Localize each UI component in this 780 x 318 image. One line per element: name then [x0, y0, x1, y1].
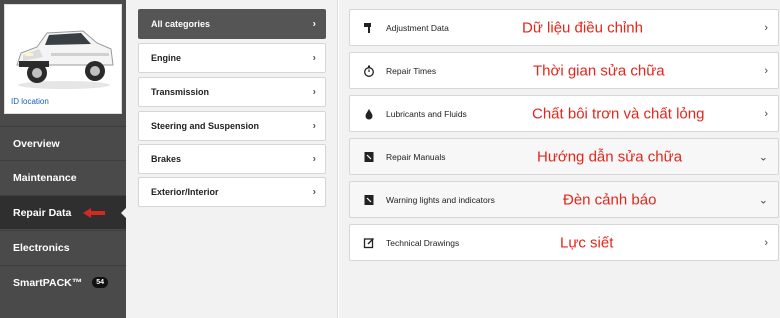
- category-transmission[interactable]: Transmission ›: [138, 77, 326, 107]
- nav-item-label: Repair Data: [13, 206, 72, 219]
- nav-item-label: Electronics: [13, 241, 70, 254]
- item-label: Repair Manuals: [386, 151, 446, 162]
- category-label: Steering and Suspension: [151, 121, 260, 131]
- nav-item-electronics[interactable]: Electronics: [0, 230, 126, 264]
- category-label: All categories: [151, 19, 211, 29]
- category-label: Transmission: [151, 87, 210, 97]
- drawing-icon: [363, 238, 374, 249]
- item-lubricants-fluids[interactable]: Lubricants and Fluids Chất bôi trơn và c…: [349, 95, 779, 132]
- translation-annotation: Đèn cảnh báo: [563, 191, 657, 208]
- translation-annotation: Thời gian sửa chữa: [533, 62, 665, 79]
- item-label: Lubricants and Fluids: [386, 108, 467, 119]
- chevron-right-icon: ›: [764, 21, 768, 34]
- category-steering-suspension[interactable]: Steering and Suspension ›: [138, 111, 326, 141]
- item-label: Technical Drawings: [386, 237, 460, 248]
- category-engine[interactable]: Engine ›: [138, 43, 326, 73]
- chevron-right-icon: ›: [312, 18, 316, 30]
- chevron-down-icon: ⌄: [758, 151, 768, 163]
- chevron-right-icon: ›: [764, 64, 768, 77]
- manual-icon: [364, 152, 374, 162]
- chevron-right-icon: ›: [312, 186, 316, 198]
- item-label: Warning lights and indicators: [386, 194, 495, 205]
- nav-item-label: Maintenance: [13, 171, 77, 184]
- vehicle-card[interactable]: ID location: [4, 4, 122, 114]
- nav-item-label: Overview: [13, 137, 60, 150]
- chevron-right-icon: ›: [764, 236, 768, 249]
- red-arrow-annotation-icon: [83, 207, 106, 218]
- chevron-right-icon: ›: [312, 86, 316, 98]
- wrench-icon: [364, 23, 371, 33]
- translation-annotation: Chất bôi trơn và chất lỏng: [532, 105, 705, 122]
- id-location-link[interactable]: ID location: [11, 97, 49, 106]
- chevron-right-icon: ›: [312, 153, 316, 165]
- item-technical-drawings[interactable]: Technical Drawings Lực siết ›: [349, 224, 779, 261]
- vehicle-image: [16, 30, 114, 89]
- repair-data-list: Adjustment Data Dữ liệu điều chỉnh › Rep…: [339, 0, 780, 318]
- category-list: All categories › Engine › Transmission ›…: [126, 0, 338, 318]
- category-label: Engine: [151, 53, 182, 63]
- chevron-right-icon: ›: [312, 120, 316, 132]
- nav-item-repair-data[interactable]: Repair Data: [0, 195, 127, 229]
- chevron-right-icon: ›: [764, 107, 768, 120]
- item-warning-lights[interactable]: Warning lights and indicators Đèn cảnh b…: [349, 181, 779, 218]
- category-label: Exterior/Interior: [151, 187, 219, 197]
- count-badge: 54: [92, 277, 109, 288]
- translation-annotation: Hướng dẫn sửa chữa: [537, 148, 683, 165]
- item-label: Repair Times: [386, 65, 437, 76]
- chevron-right-icon: ›: [312, 52, 316, 64]
- category-brakes[interactable]: Brakes ›: [138, 144, 326, 174]
- chevron-down-icon: ⌄: [758, 194, 768, 206]
- item-adjustment-data[interactable]: Adjustment Data Dữ liệu điều chỉnh ›: [349, 9, 779, 46]
- stopwatch-icon: [364, 65, 374, 77]
- translation-annotation: Lực siết: [560, 234, 614, 251]
- warning-light-icon: [364, 195, 374, 205]
- item-repair-times[interactable]: Repair Times Thời gian sửa chữa ›: [349, 52, 779, 89]
- nav-item-overview[interactable]: Overview: [0, 126, 126, 160]
- sidebar: ID location Overview Maintenance Repair …: [0, 0, 127, 318]
- nav-item-smartpack[interactable]: SmartPACK™ 54: [0, 265, 126, 299]
- category-label: Brakes: [151, 154, 182, 164]
- item-label: Adjustment Data: [386, 22, 449, 33]
- nav-item-maintenance[interactable]: Maintenance: [0, 160, 126, 194]
- category-exterior-interior[interactable]: Exterior/Interior ›: [138, 177, 326, 207]
- item-repair-manuals[interactable]: Repair Manuals Hướng dẫn sửa chữa ⌄: [349, 138, 779, 175]
- nav-item-label: SmartPACK™: [13, 276, 83, 289]
- translation-annotation: Dữ liệu điều chỉnh: [522, 19, 643, 36]
- oil-drop-icon: [365, 109, 373, 120]
- category-all[interactable]: All categories ›: [138, 9, 326, 39]
